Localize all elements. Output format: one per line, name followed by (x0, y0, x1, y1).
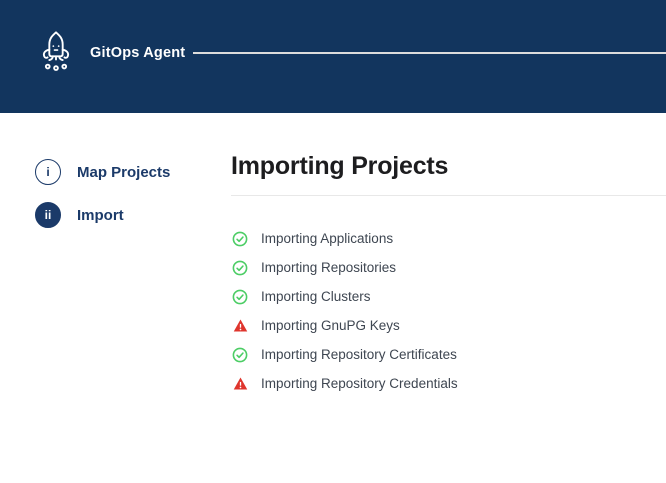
import-status-label: Importing Applications (261, 231, 393, 246)
import-status-row: Importing Repository Credentials (231, 369, 666, 398)
check-circle-icon (232, 260, 248, 276)
wizard-step-label-map-projects: Map Projects (77, 164, 170, 181)
import-status-label: Importing Repository Certificates (261, 347, 457, 362)
app-header: GitOps Agent (0, 0, 666, 113)
warning-triangle-icon (232, 376, 248, 392)
import-status-row: Importing Repository Certificates (231, 340, 666, 369)
app-title: GitOps Agent (90, 45, 185, 61)
warning-triangle-icon (232, 318, 248, 334)
import-status-row: Importing GnuPG Keys (231, 311, 666, 340)
check-circle-icon (232, 231, 248, 247)
page-title: Importing Projects (231, 150, 666, 182)
wizard-step-map-projects[interactable]: i Map Projects (35, 159, 170, 185)
import-status-list: Importing Applications Importing Reposit… (231, 224, 666, 398)
import-status-label: Importing Repositories (261, 260, 396, 275)
wizard-step-import[interactable]: ii Import (35, 202, 124, 228)
import-status-label: Importing GnuPG Keys (261, 318, 400, 333)
check-circle-icon (232, 347, 248, 363)
check-circle-icon (232, 289, 248, 305)
import-status-row: Importing Clusters (231, 282, 666, 311)
import-status-row: Importing Repositories (231, 253, 666, 282)
main-content: Importing Projects Importing Application… (231, 150, 666, 398)
import-status-row: Importing Applications (231, 224, 666, 253)
import-status-label: Importing Repository Credentials (261, 376, 458, 391)
wizard-step-label-import: Import (77, 207, 124, 224)
import-status-label: Importing Clusters (261, 289, 371, 304)
step-one-badge: i (35, 159, 61, 185)
step-two-badge: ii (35, 202, 61, 228)
argo-octopus-icon (37, 30, 75, 74)
header-divider-line (193, 52, 666, 54)
title-divider (231, 195, 666, 196)
